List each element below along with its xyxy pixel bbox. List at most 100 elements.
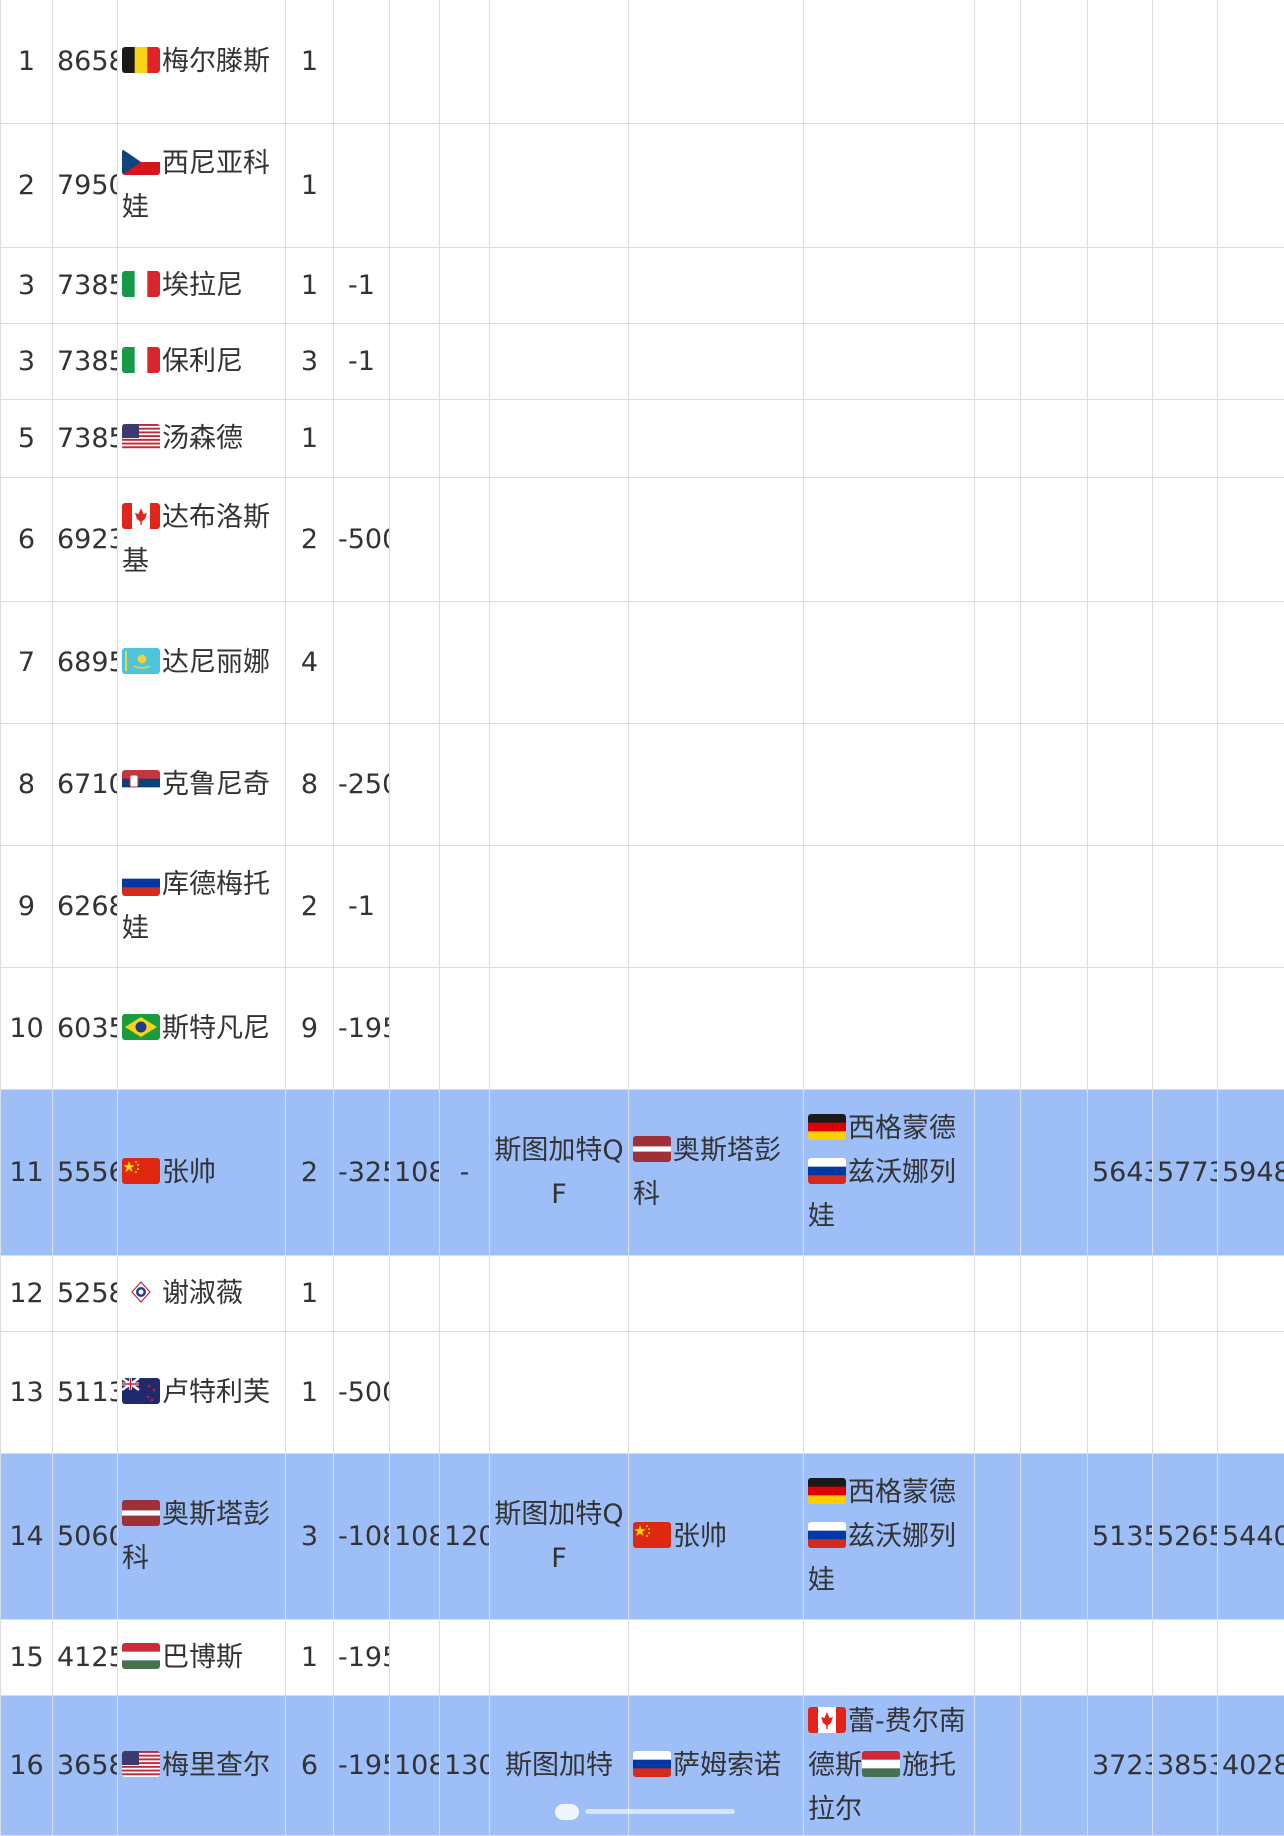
drop-cell [334, 1256, 390, 1332]
projected-points-cell: 5265 [1153, 1454, 1218, 1620]
projected-points-cell [1153, 602, 1218, 724]
player-cell[interactable]: 梅里查尔 [118, 1696, 286, 1836]
player-name[interactable]: 梅尔滕斯 [162, 46, 270, 77]
gain-cell [390, 724, 440, 846]
table-row[interactable]: 163658梅里查尔6-195108130斯图加特萨姆索诺蕾-费尔南德斯施托拉尔… [1, 1696, 1284, 1836]
player-cell[interactable]: 保利尼 [118, 324, 286, 400]
table-row[interactable]: 37385保利尼3-1 [1, 324, 1284, 400]
table-row[interactable]: 27950西尼亚科娃1 [1, 124, 1284, 248]
rank-cell: 15 [1, 1620, 53, 1696]
czech-flag-icon [122, 149, 160, 175]
table-row[interactable]: 57385汤森德1 [1, 400, 1284, 478]
points-cell: 5258 [53, 1256, 118, 1332]
table-row[interactable]: 37385埃拉尼1-1 [1, 248, 1284, 324]
opponent-cell [629, 968, 804, 1090]
table-row[interactable]: 18658梅尔滕斯1 [1, 0, 1284, 124]
table-row[interactable]: 154125巴博斯1-195 [1, 1620, 1284, 1696]
projected-points-cell [1218, 846, 1284, 968]
opponent-cell[interactable]: 萨姆索诺 [629, 1696, 804, 1836]
drop-cell: -250 [334, 724, 390, 846]
table-row[interactable]: 106035斯特凡尼9-195 [1, 968, 1284, 1090]
player-cell[interactable]: 达尼丽娜 [118, 602, 286, 724]
projected-points-cell [1088, 968, 1153, 1090]
next-opponents-cell[interactable]: 西格蒙德兹沃娜列娃 [804, 1090, 975, 1256]
empty-cell [975, 248, 1021, 324]
player-name[interactable]: 谢淑薇 [162, 1278, 243, 1309]
next-opponent-name[interactable]: 西格蒙德 [848, 1477, 956, 1508]
player-name[interactable]: 汤森德 [162, 423, 243, 454]
table-row[interactable]: 86710克鲁尼奇8-250 [1, 724, 1284, 846]
drop-cell [334, 0, 390, 124]
player-cell[interactable]: 西尼亚科娃 [118, 124, 286, 248]
add-cell [440, 968, 490, 1090]
opponent-cell[interactable]: 张帅 [629, 1454, 804, 1620]
event-cell: 斯图加特QF [490, 1090, 629, 1256]
player-name[interactable]: 克鲁尼奇 [162, 769, 270, 800]
next-opponents-cell[interactable]: 蕾-费尔南德斯施托拉尔 [804, 1696, 975, 1836]
player-cell[interactable]: 汤森德 [118, 400, 286, 478]
player-name[interactable]: 巴博斯 [162, 1642, 243, 1673]
next-opponent-name[interactable]: 西格蒙德 [848, 1113, 956, 1144]
table-row[interactable]: 115556张帅2-325108-斯图加特QF奥斯塔彭科西格蒙德兹沃娜列娃564… [1, 1090, 1284, 1256]
opponent-cell [629, 846, 804, 968]
empty-cell [975, 400, 1021, 478]
player-cell[interactable]: 卢特利芙 [118, 1332, 286, 1454]
projected-points-cell: 3723 [1088, 1696, 1153, 1836]
event-cell [490, 724, 629, 846]
add-cell [440, 0, 490, 124]
points-cell: 6923 [53, 478, 118, 602]
player-cell[interactable]: 谢淑薇 [118, 1256, 286, 1332]
table-row[interactable]: 145060奥斯塔彭科3-108108120斯图加特QF张帅西格蒙德兹沃娜列娃5… [1, 1454, 1284, 1620]
player-name[interactable]: 卢特利芙 [162, 1377, 270, 1408]
add-cell [440, 846, 490, 968]
table-row[interactable]: 76895达尼丽娜4 [1, 602, 1284, 724]
player-name[interactable]: 埃拉尼 [162, 270, 243, 301]
rank-cell: 8 [1, 724, 53, 846]
table-row[interactable]: 66923达布洛斯基2-500 [1, 478, 1284, 602]
empty-cell [1021, 846, 1088, 968]
opponent-cell [629, 724, 804, 846]
gain-cell [390, 968, 440, 1090]
projected-points-cell [1218, 724, 1284, 846]
player-cell[interactable]: 库德梅托娃 [118, 846, 286, 968]
projected-points-cell [1088, 846, 1153, 968]
player-cell[interactable]: 梅尔滕斯 [118, 0, 286, 124]
player-name[interactable]: 斯特凡尼 [162, 1013, 270, 1044]
table-row[interactable]: 96268库德梅托娃2-1 [1, 846, 1284, 968]
count-cell: 1 [286, 1620, 334, 1696]
player-cell[interactable]: 达布洛斯基 [118, 478, 286, 602]
player-cell[interactable]: 奥斯塔彭科 [118, 1454, 286, 1620]
count-cell: 6 [286, 1696, 334, 1836]
player-cell[interactable]: 巴博斯 [118, 1620, 286, 1696]
projected-points-cell [1088, 1332, 1153, 1454]
empty-cell [975, 1620, 1021, 1696]
empty-cell [1021, 1454, 1088, 1620]
projected-points-cell: 5643 [1088, 1090, 1153, 1256]
opponent-name[interactable]: 张帅 [673, 1521, 727, 1552]
opponent-name[interactable]: 萨姆索诺 [673, 1750, 781, 1781]
table-row[interactable]: 125258谢淑薇1 [1, 1256, 1284, 1332]
points-cell: 6710 [53, 724, 118, 846]
rank-cell: 7 [1, 602, 53, 724]
next-opponents-cell [804, 124, 975, 248]
add-cell [440, 1332, 490, 1454]
points-cell: 8658 [53, 0, 118, 124]
next-opponents-cell[interactable]: 西格蒙德兹沃娜列娃 [804, 1454, 975, 1620]
player-cell[interactable]: 克鲁尼奇 [118, 724, 286, 846]
scroll-indicator[interactable] [555, 1804, 579, 1820]
table-row[interactable]: 135113卢特利芙1-500 [1, 1332, 1284, 1454]
rankings-table: 18658梅尔滕斯127950西尼亚科娃137385埃拉尼1-137385保利尼… [0, 0, 1284, 1836]
opponent-cell [629, 1332, 804, 1454]
projected-points-cell [1088, 1620, 1153, 1696]
opponent-cell[interactable]: 奥斯塔彭科 [629, 1090, 804, 1256]
player-name[interactable]: 保利尼 [162, 346, 243, 377]
projected-points-cell [1153, 400, 1218, 478]
player-cell[interactable]: 埃拉尼 [118, 248, 286, 324]
player-name[interactable]: 张帅 [162, 1157, 216, 1188]
belgium-flag-icon [122, 47, 160, 73]
player-name[interactable]: 梅里查尔 [162, 1750, 270, 1781]
add-cell [440, 724, 490, 846]
player-name[interactable]: 达尼丽娜 [162, 647, 270, 678]
player-cell[interactable]: 张帅 [118, 1090, 286, 1256]
player-cell[interactable]: 斯特凡尼 [118, 968, 286, 1090]
